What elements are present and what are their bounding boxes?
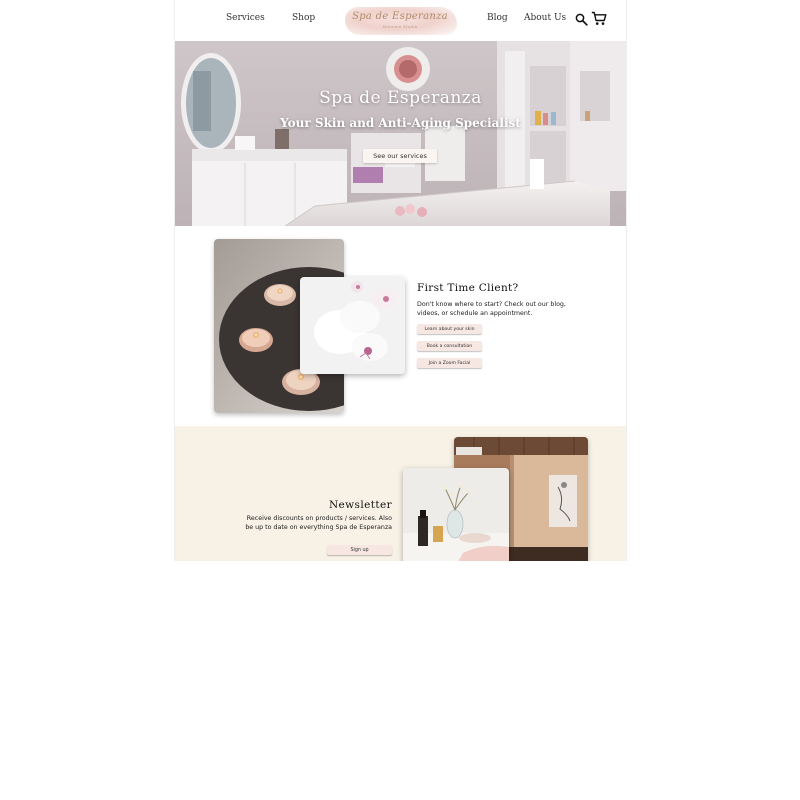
- newsletter-description: Receive discounts on products / services…: [245, 515, 392, 531]
- vase-flowers-image: [403, 468, 509, 561]
- nav-about-us[interactable]: About Us: [524, 13, 566, 23]
- hero-subtitle: Your Skin and Anti-Aging Specialist: [280, 116, 521, 130]
- page: Services Shop Spa de Esperanza Skincare …: [174, 0, 627, 561]
- nav-shop[interactable]: Shop: [292, 13, 315, 23]
- nav-blog[interactable]: Blog: [487, 13, 508, 23]
- logo-script-text: Spa de Esperanza: [352, 11, 448, 22]
- site-header: Services Shop Spa de Esperanza Skincare …: [175, 0, 626, 41]
- hero-background-image: [175, 41, 626, 226]
- orchid-image: [300, 277, 405, 374]
- book-consultation-button[interactable]: Book a consultation: [417, 341, 482, 351]
- see-services-button[interactable]: See our services: [363, 149, 437, 163]
- search-icon[interactable]: [575, 13, 588, 26]
- newsletter-section: Newsletter Receive discounts on products…: [175, 426, 626, 561]
- hero-title: Spa de Esperanza: [319, 88, 482, 108]
- newsletter-signup-button[interactable]: Sign up: [327, 545, 392, 555]
- cart-icon[interactable]: [591, 11, 607, 26]
- first-time-heading: First Time Client?: [417, 282, 519, 294]
- logo-tagline: Skincare Studio: [382, 25, 418, 29]
- learn-skin-button[interactable]: Learn about your skin: [417, 324, 482, 334]
- site-logo[interactable]: Spa de Esperanza Skincare Studio: [341, 4, 459, 36]
- nav-services[interactable]: Services: [226, 13, 265, 23]
- first-time-description: Don't know where to start? Check out our…: [417, 301, 566, 317]
- zoom-facial-button[interactable]: Join a Zoom Facial: [417, 358, 482, 368]
- first-time-client-section: First Time Client? Don't know where to s…: [175, 226, 626, 426]
- newsletter-heading: Newsletter: [328, 499, 392, 511]
- hero-banner: Spa de Esperanza Your Skin and Anti-Agin…: [175, 41, 626, 226]
